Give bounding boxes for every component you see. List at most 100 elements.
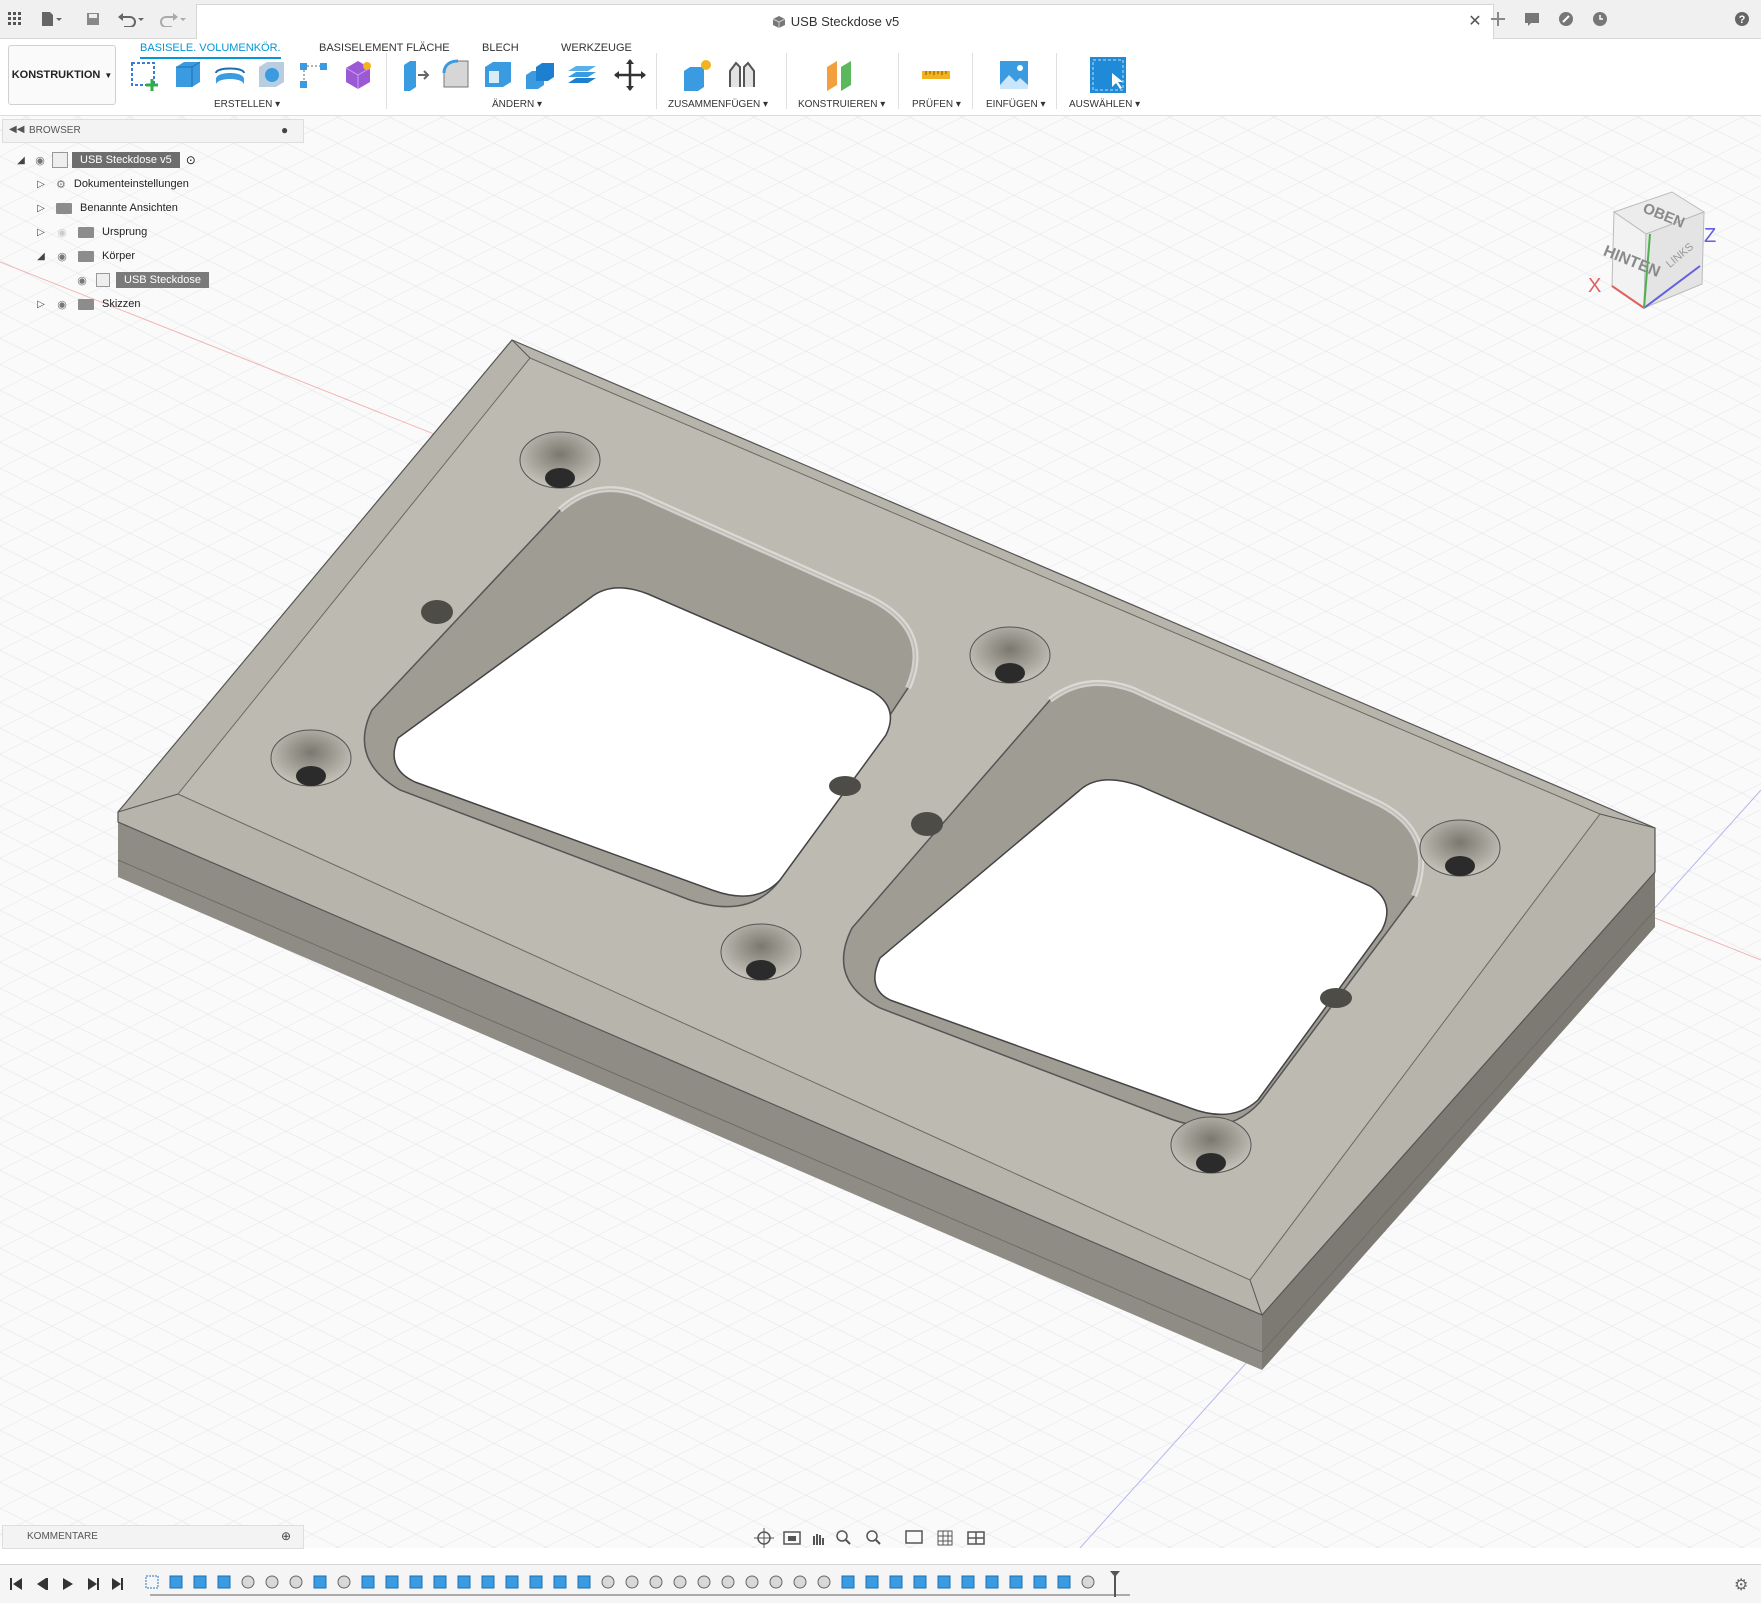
group-modify[interactable]: ÄNDERN ▾: [492, 99, 542, 110]
hole-feature-icon[interactable]: [265, 1575, 279, 1589]
collapse-panel-icon[interactable]: ◀◀: [9, 124, 24, 135]
zoom-icon[interactable]: [836, 1530, 851, 1545]
step-back-icon[interactable]: [37, 1578, 48, 1590]
pan-icon[interactable]: [813, 1534, 824, 1545]
orbit-icon[interactable]: [754, 1528, 774, 1548]
hole-feature-icon[interactable]: [289, 1575, 303, 1589]
combine-icon[interactable]: [522, 57, 558, 93]
extrude-feature-icon[interactable]: [937, 1575, 951, 1589]
group-insert[interactable]: EINFÜGEN ▾: [986, 99, 1045, 110]
shell-icon[interactable]: [480, 57, 516, 93]
fillet-icon[interactable]: [438, 57, 474, 93]
eye-icon[interactable]: ◉: [32, 154, 48, 167]
collapsed-arrow-icon[interactable]: ▷: [34, 299, 48, 310]
tree-item-body[interactable]: ◉ USB Steckdose: [74, 268, 314, 292]
extrude-feature-icon[interactable]: [385, 1575, 399, 1589]
play-icon[interactable]: [63, 1578, 73, 1590]
tab-surface[interactable]: BASISELEMENT FLÄCHE: [319, 39, 450, 57]
tree-item-bodies[interactable]: ◢ ◉ Körper: [34, 244, 314, 268]
new-component-icon[interactable]: [680, 57, 716, 93]
extrude-feature-icon[interactable]: [985, 1575, 999, 1589]
revolve-icon[interactable]: [212, 57, 248, 93]
comments-panel[interactable]: KOMMENTARE ⊕: [2, 1525, 304, 1549]
extrude-feature-icon[interactable]: [1033, 1575, 1047, 1589]
offset-plane-icon[interactable]: [823, 57, 859, 93]
extrude-feature-icon[interactable]: [409, 1575, 423, 1589]
eye-icon[interactable]: ◉: [54, 250, 70, 263]
group-construct[interactable]: KONSTRUIEREN ▾: [798, 99, 885, 110]
pattern-icon[interactable]: [296, 57, 332, 93]
extrude-feature-icon[interactable]: [361, 1575, 375, 1589]
close-tab-icon[interactable]: ✕: [1465, 11, 1485, 31]
document-tab[interactable]: USB Steckdose v5 ✕: [196, 4, 1494, 39]
expanded-arrow-icon[interactable]: ◢: [14, 155, 28, 166]
timeline-features[interactable]: [140, 1569, 1140, 1604]
save-icon[interactable]: [82, 8, 104, 30]
hole-feature-icon[interactable]: [745, 1575, 759, 1589]
help-icon[interactable]: ?: [1730, 8, 1754, 30]
fillet-feature-icon[interactable]: [601, 1575, 615, 1589]
job-status-icon[interactable]: [1520, 8, 1544, 30]
hole-feature-icon[interactable]: [769, 1575, 783, 1589]
joint-icon[interactable]: [724, 57, 760, 93]
select-icon[interactable]: [1090, 57, 1126, 93]
extrude-feature-icon[interactable]: [481, 1575, 495, 1589]
tree-item-named-views[interactable]: ▷ Benannte Ansichten: [34, 196, 314, 220]
tree-item-document-settings[interactable]: ▷ ⚙ Dokumenteinstellungen: [34, 172, 314, 196]
viewports-icon[interactable]: [967, 1531, 985, 1545]
extrude-feature-icon[interactable]: [193, 1575, 207, 1589]
tree-item-sketches[interactable]: ▷ ◉ Skizzen: [34, 292, 314, 316]
extrude-feature-icon[interactable]: [457, 1575, 471, 1589]
extrude-feature-icon[interactable]: [889, 1575, 903, 1589]
extrude-feature-icon[interactable]: [577, 1575, 591, 1589]
fillet-feature-icon[interactable]: [1081, 1575, 1095, 1589]
extrude-feature-icon[interactable]: [841, 1575, 855, 1589]
redo-icon[interactable]: [156, 8, 190, 30]
measure-icon[interactable]: [918, 57, 954, 93]
tree-item-origin[interactable]: ▷ ◉ Ursprung: [34, 220, 314, 244]
collapsed-arrow-icon[interactable]: ▷: [34, 203, 48, 214]
fit-icon[interactable]: [866, 1530, 881, 1545]
extrude-feature-icon[interactable]: [529, 1575, 543, 1589]
group-assemble[interactable]: ZUSAMMENFÜGEN ▾: [668, 99, 768, 110]
group-select[interactable]: AUSWÄHLEN ▾: [1069, 99, 1140, 110]
press-pull-icon[interactable]: [396, 57, 432, 93]
extrude-feature-icon[interactable]: [553, 1575, 567, 1589]
workspace-switcher[interactable]: KONSTRUKTION ▼: [8, 45, 116, 105]
go-to-end-icon[interactable]: [112, 1578, 123, 1590]
app-grid-icon[interactable]: [4, 8, 26, 30]
step-forward-icon[interactable]: [88, 1578, 99, 1590]
go-to-start-icon[interactable]: [10, 1578, 22, 1590]
extrude-icon[interactable]: [170, 57, 206, 93]
create-sketch-icon[interactable]: [128, 57, 164, 93]
extrude-feature-icon[interactable]: [433, 1575, 447, 1589]
extrude-feature-icon[interactable]: [1009, 1575, 1023, 1589]
canvas-viewport[interactable]: OBEN HINTEN LINKS X Z: [0, 116, 1761, 1548]
fillet-feature-icon[interactable]: [625, 1575, 639, 1589]
eye-hidden-icon[interactable]: ◉: [54, 226, 70, 239]
timeline-marker[interactable]: [1110, 1571, 1120, 1597]
viewcube[interactable]: OBEN HINTEN LINKS X Z: [1532, 168, 1732, 348]
expanded-arrow-icon[interactable]: ◢: [34, 251, 48, 262]
hole-feature-icon[interactable]: [337, 1575, 351, 1589]
extrude-feature-icon[interactable]: [913, 1575, 927, 1589]
extrude-feature-icon[interactable]: [169, 1575, 183, 1589]
sketch-feature-icon[interactable]: [145, 1575, 159, 1589]
hole-feature-icon[interactable]: [721, 1575, 735, 1589]
tab-sheet-metal[interactable]: BLECH: [482, 39, 519, 57]
extrude-feature-icon[interactable]: [217, 1575, 231, 1589]
look-at-icon[interactable]: [783, 1531, 801, 1545]
extrude-feature-icon[interactable]: [505, 1575, 519, 1589]
tab-tools[interactable]: WERKZEUGE: [561, 39, 632, 57]
hole-feature-icon[interactable]: [817, 1575, 831, 1589]
fillet-feature-icon[interactable]: [241, 1575, 255, 1589]
extensions-icon[interactable]: [1554, 8, 1578, 30]
move-icon[interactable]: [612, 57, 648, 93]
eye-icon[interactable]: ◉: [54, 298, 70, 311]
grid-settings-icon[interactable]: [937, 1530, 953, 1546]
undo-icon[interactable]: [114, 8, 148, 30]
hole-feature-icon[interactable]: [673, 1575, 687, 1589]
tree-root[interactable]: ◢ ◉ USB Steckdose v5 ⊙: [14, 148, 314, 172]
eye-icon[interactable]: ◉: [74, 274, 90, 287]
group-inspect[interactable]: PRÜFEN ▾: [912, 99, 961, 110]
